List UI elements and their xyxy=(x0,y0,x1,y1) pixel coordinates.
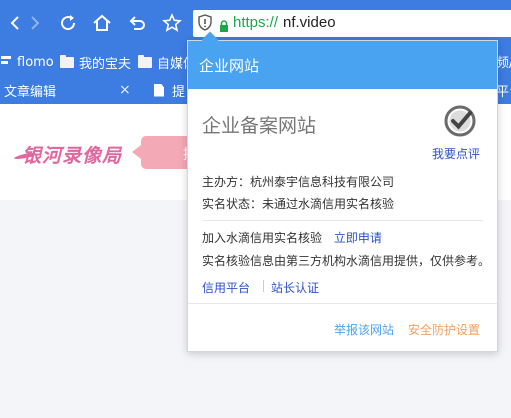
verified-check-icon xyxy=(444,105,476,137)
tab-label: 提 xyxy=(172,84,186,100)
reload-icon[interactable] xyxy=(55,10,81,36)
join-verification-row: 加入水滴信用实名核验 立即申请 xyxy=(202,229,382,246)
flomo-icon xyxy=(1,55,11,69)
certification-title: 企业备案网站 xyxy=(202,115,317,137)
tab-second[interactable]: 提 xyxy=(154,76,185,104)
credit-platform-link[interactable]: 信用平台 xyxy=(202,279,250,296)
tab-platform[interactable]: 平台 xyxy=(496,76,511,104)
folder-icon xyxy=(60,54,74,68)
url-scheme: https:// xyxy=(233,14,279,31)
site-logo[interactable]: 银河录像局 xyxy=(22,141,122,168)
popup-title: 企业网站 xyxy=(199,57,260,75)
apply-now-link[interactable]: 立即申请 xyxy=(334,231,382,245)
tab-label: 平台 xyxy=(496,84,511,100)
join-verification-text: 加入水滴信用实名核验 xyxy=(202,231,323,245)
bookmark-folder-treasure[interactable]: 我的宝夫 xyxy=(60,52,131,72)
link-separator xyxy=(263,280,264,292)
report-site-link[interactable]: 举报该网站 xyxy=(334,321,394,338)
home-icon[interactable] xyxy=(89,10,115,36)
write-review-link[interactable]: 我要点评 xyxy=(432,145,480,162)
undo-icon[interactable] xyxy=(124,10,150,36)
bookmark-flomo[interactable]: flomo xyxy=(1,52,54,72)
bookmark-edge-label[interactable]: 频/头 xyxy=(496,52,511,71)
tab-article-editor[interactable]: 文章编辑 xyxy=(4,76,56,104)
tab-label: 文章编辑 xyxy=(4,84,57,100)
popup-header: 企业网站 xyxy=(188,41,497,89)
folder-icon xyxy=(138,54,152,68)
sponsor-info: 主办方：杭州泰宇信息科技有限公司 xyxy=(202,175,395,189)
security-settings-link[interactable]: 安全防护设置 xyxy=(408,321,480,338)
webmaster-cert-link[interactable]: 站长认证 xyxy=(271,279,319,296)
verification-disclaimer: 实名核验信息由第三方机构水滴信用提供，仅供参考。 xyxy=(202,254,491,268)
footer-divider xyxy=(188,303,497,304)
site-info-popup: 企业网站 企业备案网站 我要点评 主办方：杭州泰宇信息科技有限公司 实名状态：未… xyxy=(187,31,498,352)
address-bar[interactable]: https:// nf.video xyxy=(193,10,511,37)
bookmark-label: flomo xyxy=(17,54,54,70)
document-icon xyxy=(154,83,164,97)
forward-arrow-icon[interactable] xyxy=(22,10,48,36)
url-host: nf.video xyxy=(283,14,336,31)
close-tab-icon[interactable]: × xyxy=(119,82,131,98)
bookmark-label: 我的宝夫 xyxy=(79,56,132,72)
section-divider xyxy=(202,220,483,221)
star-bookmark-icon[interactable] xyxy=(159,10,185,36)
verification-status: 实名状态：未通过水滴信用实名核验 xyxy=(202,197,395,211)
lock-icon xyxy=(219,17,229,36)
